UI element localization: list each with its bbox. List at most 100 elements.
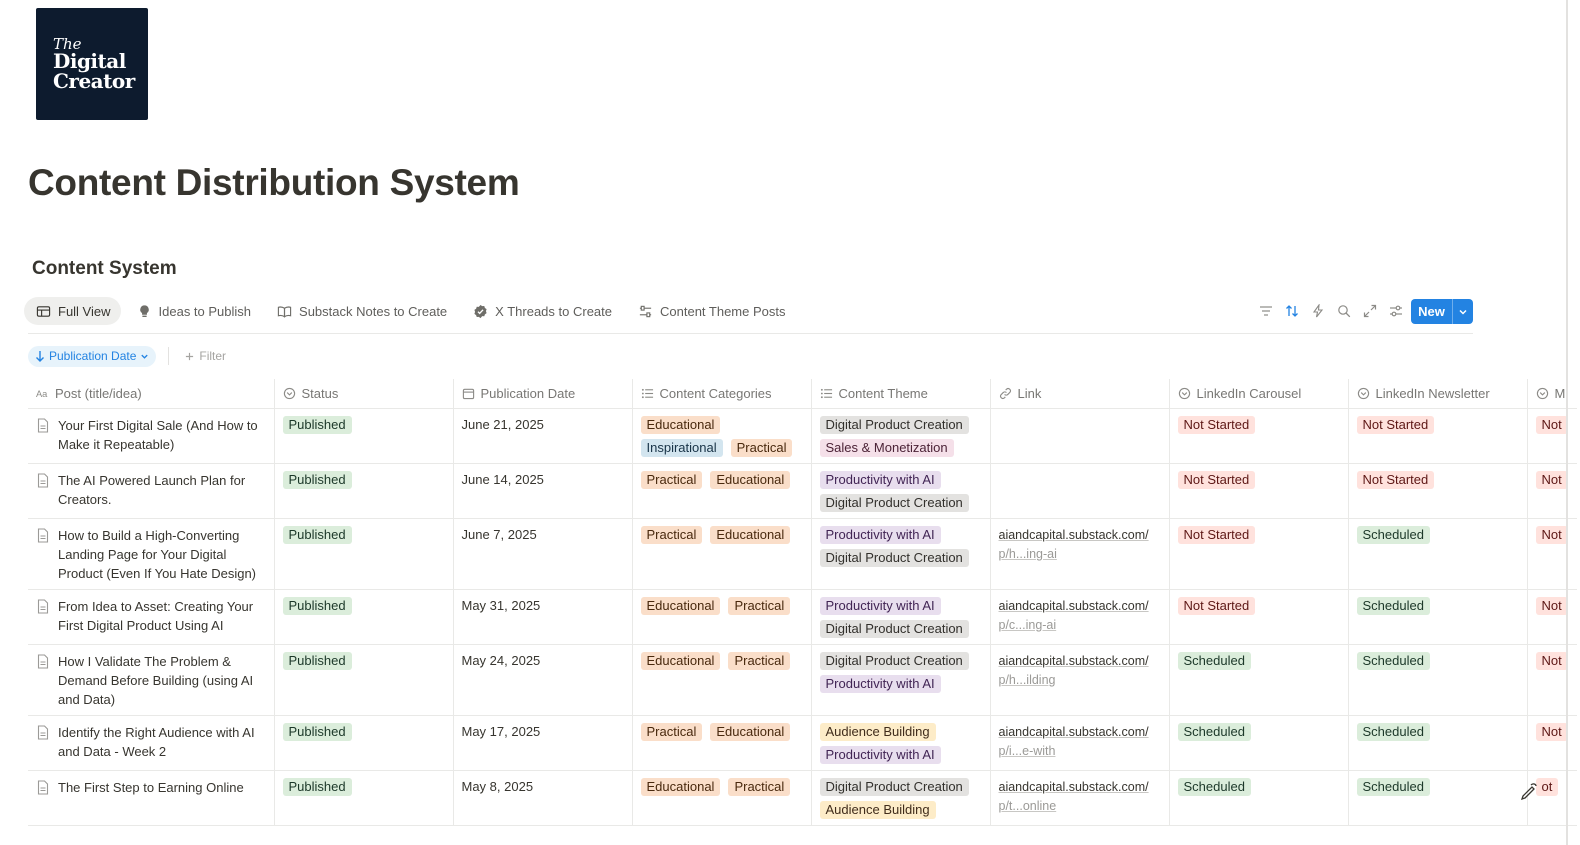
link-url-line-1[interactable]: aiandcapital.substack.com/ [999,528,1149,542]
filter-toolbar-button[interactable] [1256,301,1276,321]
column-header-link[interactable]: Link [990,379,1170,409]
table-row[interactable]: The First Step to Earning Online Publishe… [28,770,1577,826]
cell-link[interactable] [990,463,1170,519]
cell-linkedin-carousel[interactable]: Not Started [1169,518,1349,590]
cell-theme[interactable]: Productivity with AI Digital Product Crea… [811,518,991,590]
cell-date[interactable]: May 17, 2025 [453,715,633,771]
database-title[interactable]: Content System [32,258,177,280]
table-row[interactable]: Your First Digital Sale (And How to Make… [28,408,1577,464]
link-url-line-2[interactable]: p/h...ing-ai [999,547,1057,561]
sort-chip-publication-date[interactable]: Publication Date [28,345,157,367]
cell-date[interactable]: May 31, 2025 [453,589,633,645]
cell-extra[interactable]: Not [1527,518,1577,590]
expand-button[interactable] [1360,301,1380,321]
cell-linkedin-newsletter[interactable]: Not Started [1348,408,1528,464]
column-header-post-title-idea[interactable]: Aa Post (title/idea) [28,379,275,409]
new-dropdown-button[interactable] [1452,299,1473,324]
cell-categories[interactable]: Educational Practical [632,770,812,826]
cell-theme[interactable]: Productivity with AI Digital Product Crea… [811,589,991,645]
cell-linkedin-carousel[interactable]: Not Started [1169,408,1349,464]
column-header-linkedin-carousel[interactable]: LinkedIn Carousel [1169,379,1349,409]
table-row[interactable]: From Idea to Asset: Creating Your First … [28,589,1577,645]
column-header-m[interactable]: M [1527,379,1577,409]
tab-x-threads[interactable]: X Threads to Create [461,297,622,325]
column-header-content-theme[interactable]: Content Theme [811,379,991,409]
cell-title[interactable]: From Idea to Asset: Creating Your First … [28,589,275,645]
cell-categories[interactable]: Educational Practical [632,644,812,716]
tab-full-view[interactable]: Full View [24,297,121,325]
cell-date[interactable]: May 24, 2025 [453,644,633,716]
cell-link[interactable]: aiandcapital.substack.com/p/t...online [990,770,1170,826]
cell-extra[interactable]: Not [1527,715,1577,771]
tab-content-theme-posts[interactable]: Content Theme Posts [626,297,796,325]
link-url-line-1[interactable]: aiandcapital.substack.com/ [999,599,1149,613]
cell-categories[interactable]: Educational Practical [632,589,812,645]
cell-linkedin-carousel[interactable]: Not Started [1169,463,1349,519]
post-title[interactable]: Identify the Right Audience with AI and … [58,723,266,761]
cell-title[interactable]: The First Step to Earning Online [28,770,275,826]
cell-linkedin-newsletter[interactable]: Scheduled [1348,589,1528,645]
post-title[interactable]: The AI Powered Launch Plan for Creators. [58,471,266,509]
link-url-line-1[interactable]: aiandcapital.substack.com/ [999,654,1149,668]
cell-link[interactable]: aiandcapital.substack.com/p/h...ing-ai [990,518,1170,590]
column-header-publication-date[interactable]: Publication Date [453,379,633,409]
link-url-line-1[interactable]: aiandcapital.substack.com/ [999,780,1149,794]
link-url-line-2[interactable]: p/c...ing-ai [999,618,1057,632]
cell-title[interactable]: Your First Digital Sale (And How to Make… [28,408,275,464]
column-header-status[interactable]: Status [274,379,454,409]
cell-linkedin-newsletter[interactable]: Scheduled [1348,518,1528,590]
cell-date[interactable]: June 7, 2025 [453,518,633,590]
cell-title[interactable]: How to Build a High-Converting Landing P… [28,518,275,590]
cell-link[interactable]: aiandcapital.substack.com/p/c...ing-ai [990,589,1170,645]
cell-theme[interactable]: Productivity with AI Digital Product Crea… [811,463,991,519]
cell-date[interactable]: June 21, 2025 [453,408,633,464]
cell-linkedin-newsletter[interactable]: Scheduled [1348,770,1528,826]
cell-linkedin-carousel[interactable]: Scheduled [1169,715,1349,771]
cell-link[interactable]: aiandcapital.substack.com/p/h...ilding [990,644,1170,716]
cell-extra[interactable]: Not [1527,589,1577,645]
cell-linkedin-newsletter[interactable]: Scheduled [1348,715,1528,771]
cell-categories[interactable]: Practical Educational [632,715,812,771]
cell-categories[interactable]: Educational Inspirational Practical [632,408,812,464]
add-filter-button[interactable]: Filter [181,349,226,363]
cell-link[interactable]: aiandcapital.substack.com/p/i...e-with [990,715,1170,771]
cell-linkedin-carousel[interactable]: Scheduled [1169,770,1349,826]
cell-title[interactable]: The AI Powered Launch Plan for Creators. [28,463,275,519]
cell-extra[interactable]: Not [1527,644,1577,716]
column-header-linkedin-newsletter[interactable]: LinkedIn Newsletter [1348,379,1528,409]
cell-status[interactable]: Published [274,408,454,464]
link-url-line-2[interactable]: p/i...e-with [999,744,1056,758]
post-title[interactable]: How to Build a High-Converting Landing P… [58,526,266,583]
vertical-scrollbar[interactable] [1566,0,1568,845]
cell-status[interactable]: Published [274,715,454,771]
cell-status[interactable]: Published [274,463,454,519]
view-settings-button[interactable] [1386,301,1406,321]
new-button[interactable]: New [1411,299,1452,324]
cell-linkedin-carousel[interactable]: Not Started [1169,589,1349,645]
cell-status[interactable]: Published [274,518,454,590]
cell-theme[interactable]: Digital Product Creation Audience Buildin… [811,770,991,826]
post-title[interactable]: How I Validate The Problem & Demand Befo… [58,652,266,709]
cell-link[interactable] [990,408,1170,464]
cell-categories[interactable]: Practical Educational [632,463,812,519]
cell-linkedin-newsletter[interactable]: Not Started [1348,463,1528,519]
link-url-line-2[interactable]: p/h...ilding [999,673,1056,687]
link-url-line-2[interactable]: p/t...online [999,799,1057,813]
cell-date[interactable]: May 8, 2025 [453,770,633,826]
cell-linkedin-carousel[interactable]: Scheduled [1169,644,1349,716]
cell-status[interactable]: Published [274,644,454,716]
cell-theme[interactable]: Audience Building Productivity with AI [811,715,991,771]
tab-ideas-to-publish[interactable]: Ideas to Publish [125,297,262,325]
cell-extra[interactable]: Not [1527,408,1577,464]
post-title[interactable]: The First Step to Earning Online [58,778,244,797]
link-url-line-1[interactable]: aiandcapital.substack.com/ [999,725,1149,739]
table-row[interactable]: Identify the Right Audience with AI and … [28,715,1577,771]
cell-theme[interactable]: Digital Product Creation Sales & Monetiza… [811,408,991,464]
table-row[interactable]: How to Build a High-Converting Landing P… [28,518,1577,590]
automation-button[interactable] [1308,301,1328,321]
cell-status[interactable]: Published [274,770,454,826]
cell-categories[interactable]: Practical Educational [632,518,812,590]
cell-date[interactable]: June 14, 2025 [453,463,633,519]
cell-linkedin-newsletter[interactable]: Scheduled [1348,644,1528,716]
tab-substack-notes[interactable]: Substack Notes to Create [265,297,457,325]
